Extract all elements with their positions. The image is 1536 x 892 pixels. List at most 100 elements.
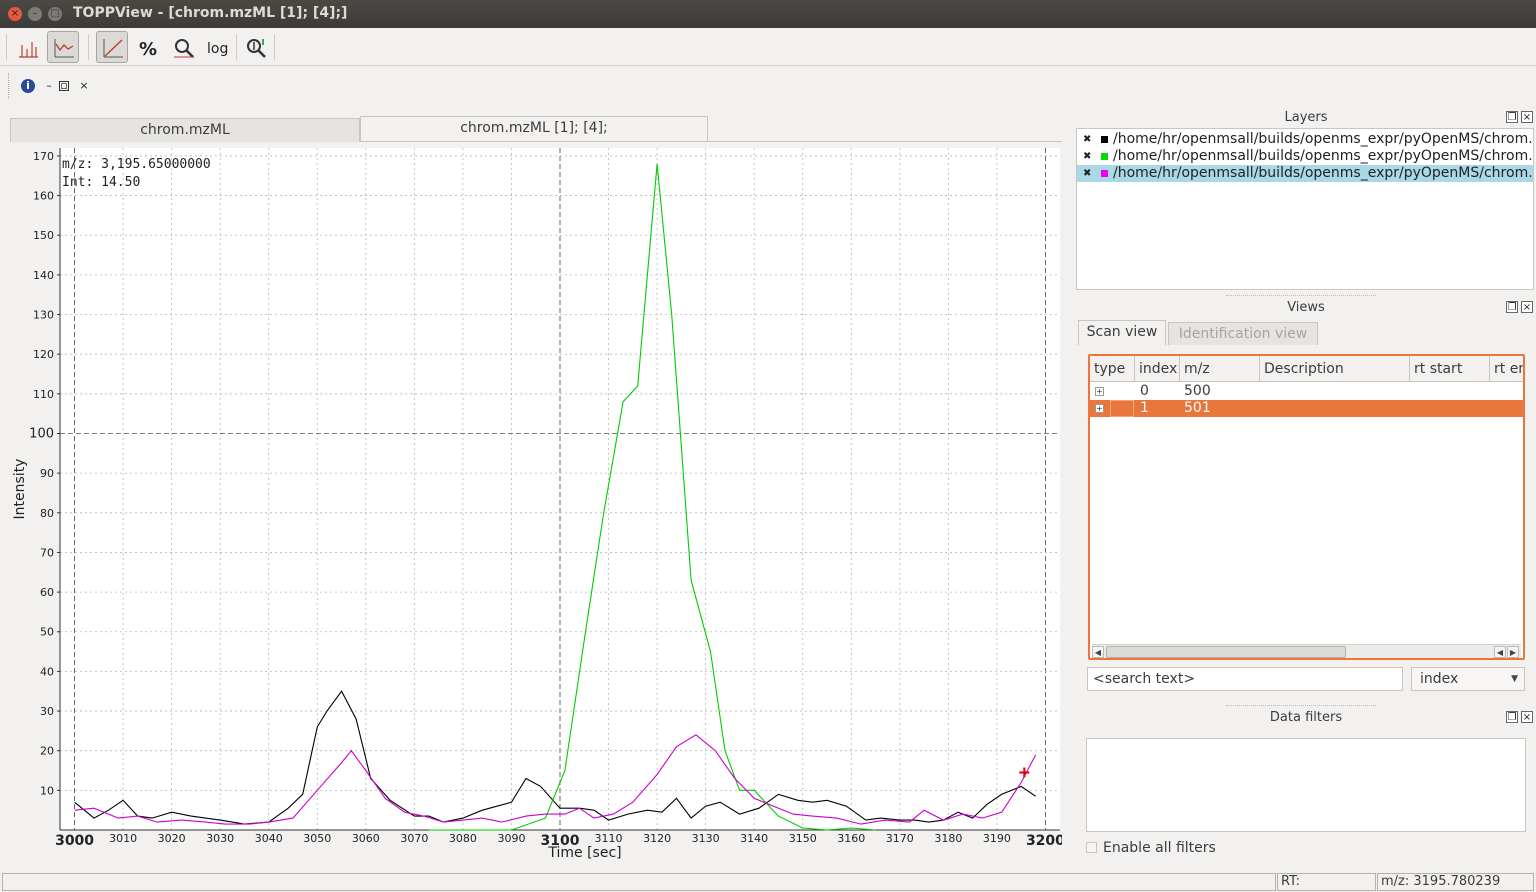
scroll-right-arrow[interactable]: ▶ [1507, 646, 1519, 658]
column-type[interactable]: type [1090, 356, 1135, 382]
views-title-label: Views [1287, 300, 1325, 315]
data-filters-title: Data filters ❐ × [1076, 708, 1536, 728]
log-label: log [207, 41, 228, 57]
x-tick-label-major: 3000 [55, 833, 94, 849]
filters-float-button[interactable]: ❐ [1506, 711, 1518, 723]
main-toolbar: % log [0, 28, 1536, 66]
reset-zoom-button[interactable] [239, 31, 271, 63]
layer-item[interactable]: ✖ /home/hr/openmsall/builds/openms_expr/… [1077, 148, 1533, 165]
table-row[interactable]: + 0 500 [1090, 383, 1523, 400]
layers-float-button[interactable]: ❐ [1506, 111, 1518, 123]
layer-visible-checkbox[interactable]: ✖ [1083, 169, 1093, 179]
layer-visible-checkbox[interactable]: ✖ [1083, 152, 1093, 162]
column-rt-end[interactable]: rt end [1490, 356, 1523, 382]
tab-identification-view[interactable]: Identification view [1168, 322, 1318, 345]
percent-intensity-button[interactable]: % [132, 31, 164, 63]
log-intensity-button[interactable]: log [202, 31, 234, 63]
window-close-button[interactable]: × [8, 7, 22, 21]
y-tick-label: 50 [40, 626, 54, 639]
layer-item-selected[interactable]: ✖ /home/hr/openmsall/builds/openms_expr/… [1077, 165, 1533, 182]
peak-mode-button[interactable] [11, 31, 43, 63]
window-title: TOPPView - [chrom.mzML [1]; [4];] [73, 5, 348, 21]
y-axis-title: Intensity [12, 459, 28, 520]
layer-path: /home/hr/openmsall/builds/openms_expr/py… [1113, 165, 1534, 181]
y-tick-label: 130 [33, 309, 54, 322]
expand-icon[interactable]: + [1095, 404, 1104, 413]
data-filters-title-label: Data filters [1269, 710, 1343, 725]
views-close-button[interactable]: × [1521, 301, 1533, 313]
document-tab-bar: chrom.mzML chrom.mzML [1]; [4]; [10, 116, 1062, 142]
status-rt: RT: [1277, 873, 1376, 891]
layer-visible-checkbox[interactable]: ✖ [1083, 135, 1093, 145]
tab-chrom-mzml[interactable]: chrom.mzML [10, 118, 360, 142]
cursor-int-readout: Int: 14.50 [62, 175, 141, 190]
expand-icon[interactable]: + [1095, 387, 1104, 396]
views-float-button[interactable]: ❐ [1506, 301, 1518, 313]
x-tick-label: 3140 [740, 832, 768, 845]
minimize-icon[interactable]: – [42, 79, 56, 93]
x-tick-label: 3020 [158, 832, 186, 845]
data-filters-list[interactable] [1086, 738, 1526, 832]
cell-mz: 501 [1184, 400, 1211, 416]
percent-icon: % [139, 39, 157, 60]
window-maximize-button[interactable]: □ [48, 7, 62, 21]
layers-close-button[interactable]: × [1521, 111, 1533, 123]
y-tick-label: 100 [29, 426, 54, 441]
log-icon: log [207, 41, 228, 57]
snap-zoom-icon [174, 39, 194, 58]
status-message [2, 873, 1276, 891]
y-tick-label: 150 [33, 229, 54, 242]
status-mz: m/z: 3195.780239 [1377, 873, 1534, 891]
chromatogram-canvas[interactable]: 10 20 30 40 50 60 70 80 90 100 110 120 130 140 150 160 1… [10, 146, 1062, 870]
tab-scan-view[interactable]: Scan view [1078, 320, 1166, 345]
y-tick-label: 80 [40, 507, 54, 520]
info-icon[interactable]: i [21, 79, 35, 93]
column-index[interactable]: index [1135, 356, 1180, 382]
y-tick-label: 120 [33, 348, 54, 361]
x-tick-label: 3170 [886, 832, 914, 845]
subtoolbar-grip[interactable] [8, 73, 11, 99]
search-field-select[interactable]: index ▼ [1411, 667, 1525, 691]
cell-type [1110, 400, 1134, 417]
table-horizontal-scrollbar[interactable]: ◀ ◀ ▶ [1092, 644, 1521, 658]
y-tick-label: 70 [40, 546, 54, 559]
window-minimize-button[interactable]: – [28, 7, 42, 21]
tab-chrom-mzml-layered[interactable]: chrom.mzML [1]; [4]; [360, 116, 708, 141]
filters-close-button[interactable]: × [1521, 711, 1533, 723]
snap-zoom-button[interactable] [167, 31, 199, 63]
chromatogram-plot[interactable]: 1020304050607080901001101201301401501601… [10, 146, 1062, 870]
column-description[interactable]: Description [1260, 356, 1410, 382]
reset-zoom-icon [247, 39, 266, 58]
linear-intensity-button[interactable] [96, 31, 128, 63]
scroll-left-arrow-2[interactable]: ◀ [1494, 646, 1506, 658]
x-tick-label: 3130 [692, 832, 720, 845]
chrom-mode-button[interactable] [47, 31, 79, 63]
restore-icon[interactable]: ▫ [59, 80, 69, 91]
scan-table[interactable]: type index m/z Description rt start rt e… [1088, 354, 1525, 660]
enable-filters-checkbox[interactable] [1086, 841, 1097, 853]
scrollbar-thumb[interactable] [1106, 646, 1346, 658]
y-tick-label: 10 [40, 784, 54, 797]
table-row-selected[interactable]: + 1 501 [1090, 400, 1523, 417]
status-bar: RT: m/z: 3195.780239 [0, 872, 1536, 892]
search-input[interactable]: <search text> [1087, 667, 1403, 691]
close-icon[interactable]: × [77, 79, 91, 93]
toolbar-separator [274, 34, 275, 60]
y-tick-label: 170 [33, 150, 54, 163]
enable-all-filters[interactable]: Enable all filters [1086, 840, 1216, 856]
column-mz[interactable]: m/z [1180, 356, 1260, 382]
y-tick-label: 160 [33, 190, 54, 203]
x-tick-label: 3050 [303, 832, 331, 845]
layer-path: /home/hr/openmsall/builds/openms_expr/py… [1113, 131, 1534, 147]
chrom-mode-icon [54, 39, 74, 58]
column-rt-start[interactable]: rt start [1410, 356, 1490, 382]
layer-path: /home/hr/openmsall/builds/openms_expr/py… [1113, 148, 1534, 164]
layer-item[interactable]: ✖ /home/hr/openmsall/builds/openms_expr/… [1077, 131, 1533, 148]
x-tick-label: 3120 [643, 832, 671, 845]
toolbar-grip [6, 34, 7, 60]
percent-label: % [139, 39, 157, 60]
x-tick-label: 3090 [497, 832, 525, 845]
y-tick-label: 20 [40, 745, 54, 758]
scroll-left-arrow[interactable]: ◀ [1092, 646, 1104, 658]
layers-title-label: Layers [1284, 110, 1328, 125]
